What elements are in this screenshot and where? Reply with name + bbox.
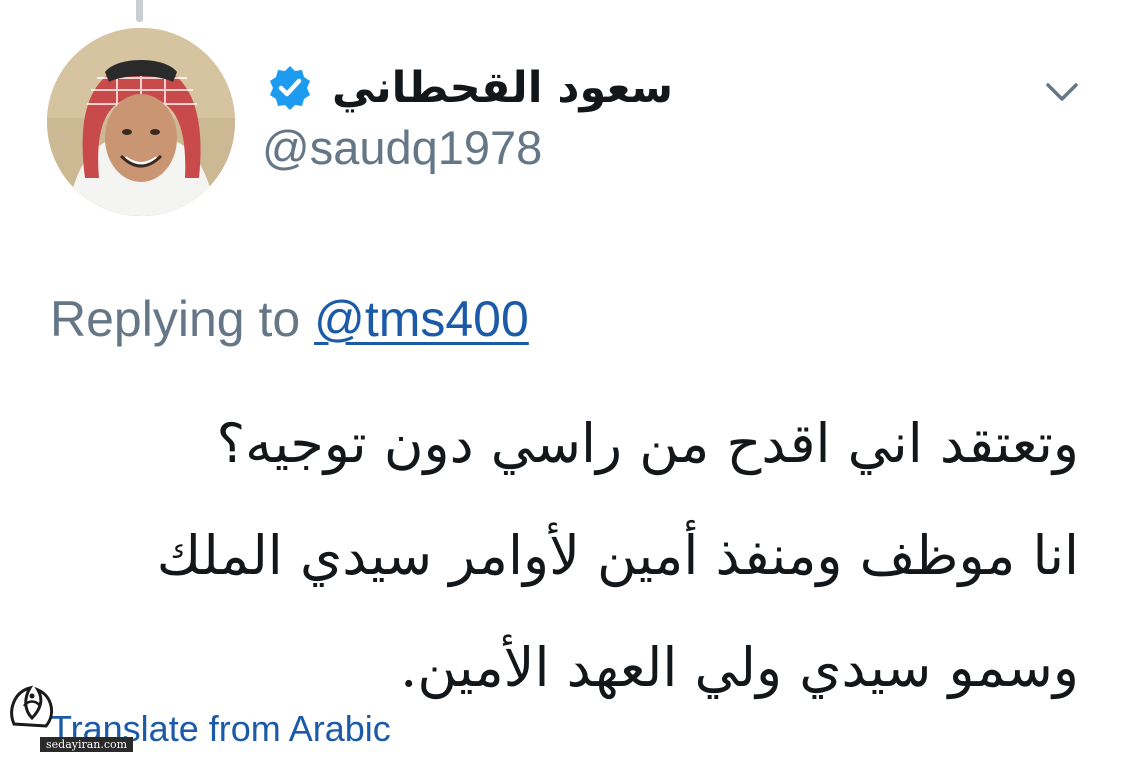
watermark-url: sedayiran.com: [40, 737, 134, 752]
watermark-logo-icon: [10, 685, 54, 728]
thread-connector-line: [136, 0, 143, 22]
reply-mention-link[interactable]: @tms400: [314, 291, 529, 347]
replying-to-line: Replying to @tms400: [50, 290, 529, 348]
tweet-body: وتعتقد اني اقدح من راسي دون توجيه؟ انا م…: [69, 388, 1079, 724]
author-display-name[interactable]: سعود القحطاني: [332, 63, 673, 113]
tweet-line: انا موظف ومنفذ أمين لأوامر سيدي الملك: [156, 524, 1079, 587]
author-name-row: سعود القحطاني: [266, 56, 673, 120]
replying-to-label: Replying to: [50, 291, 301, 347]
chevron-down-icon[interactable]: [1040, 72, 1084, 112]
tweet-screen: سعود القحطاني @saudq1978 Replying to @tm…: [0, 0, 1125, 759]
verified-badge-icon: [269, 66, 310, 110]
watermark: sedayiran.com: [0, 680, 150, 759]
author-handle[interactable]: @saudq1978: [262, 120, 542, 175]
tweet-line: وتعتقد اني اقدح من راسي دون توجيه؟: [216, 412, 1079, 475]
avatar-image: [47, 28, 235, 216]
avatar[interactable]: [47, 28, 235, 216]
